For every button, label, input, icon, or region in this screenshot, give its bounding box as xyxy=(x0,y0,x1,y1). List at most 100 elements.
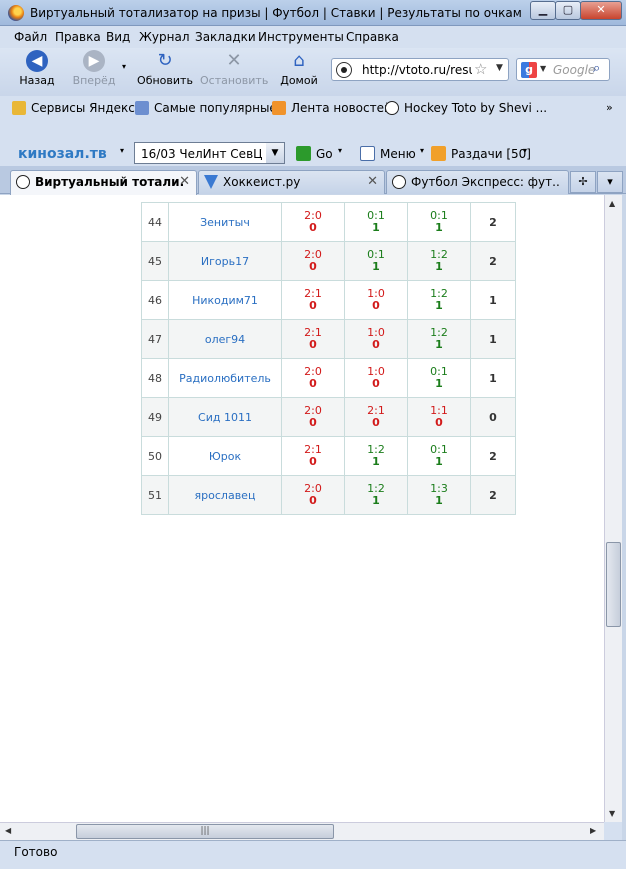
bet-points: 0 xyxy=(309,260,317,273)
forward-button[interactable]: ▶ Вперёд xyxy=(70,50,118,87)
bet-cell: 1:2 1 xyxy=(407,241,471,281)
window-icon xyxy=(360,146,375,161)
vertical-scroll-thumb[interactable] xyxy=(606,542,621,627)
tab-label: Хоккеист.ру xyxy=(223,175,301,189)
player-name-link[interactable]: Никодим71 xyxy=(168,280,282,320)
bet-points: 0 xyxy=(309,455,317,468)
vertical-scrollbar[interactable]: ▲ ▼ xyxy=(604,195,622,822)
match-select[interactable]: 16/03 ЧелИнт СевЦ ▼ xyxy=(134,142,285,164)
bet-cell: 2:1 0 xyxy=(281,319,345,359)
player-name-link[interactable]: Игорь17 xyxy=(168,241,282,281)
row-number: 46 xyxy=(141,280,169,320)
row-number: 44 xyxy=(141,202,169,242)
history-dropdown-icon[interactable]: ▾ xyxy=(122,62,126,71)
match-select-value: 16/03 ЧелИнт СевЦ xyxy=(141,147,263,161)
engine-dropdown-icon[interactable]: ▼ xyxy=(540,64,546,73)
bet-points: 0 xyxy=(309,377,317,390)
search-bar[interactable]: g ▼ Google ⌕ xyxy=(516,58,610,81)
menu-edit[interactable]: Правка xyxy=(55,30,101,44)
menu-bookmarks[interactable]: Закладки xyxy=(195,30,256,44)
status-text: Готово xyxy=(14,845,58,859)
menu-view[interactable]: Вид xyxy=(106,30,130,44)
horizontal-scroll-thumb[interactable]: ||| xyxy=(76,824,334,839)
close-tab-icon[interactable]: ✕ xyxy=(179,174,190,189)
search-placeholder[interactable]: Google xyxy=(553,63,595,77)
table-row: 44 Зенитыч 2:0 0 0:1 1 0:1 1 2 xyxy=(141,202,516,242)
menu-history[interactable]: Журнал xyxy=(139,30,190,44)
url-bar[interactable]: http://vtoto.ru/resu ☆ ▼ xyxy=(331,58,509,81)
close-window-button[interactable]: ✕ xyxy=(580,1,622,20)
player-name-link[interactable]: олег94 xyxy=(168,319,282,359)
all-tabs-dropdown-icon[interactable]: ▾ xyxy=(597,171,623,193)
soccer-ball-icon xyxy=(385,101,399,115)
bookmark-page-icon xyxy=(135,101,149,115)
go-dropdown-icon[interactable]: ▾ xyxy=(338,146,342,155)
menu-tools[interactable]: Инструменты xyxy=(258,30,344,44)
stop-button[interactable]: ✕ Остановить xyxy=(200,50,268,87)
bookmark-news-feed[interactable]: Лента новостей xyxy=(272,101,392,115)
bet-cell: 0:1 1 xyxy=(407,436,471,476)
google-engine-icon[interactable]: g xyxy=(521,62,537,78)
player-name-link[interactable]: Радиолюбитель xyxy=(168,358,282,398)
navigation-toolbar: ◀ Назад ▶ Вперёд ▾ ↻ Обновить ✕ Останови… xyxy=(0,48,626,96)
folder-icon xyxy=(12,101,26,115)
bet-cell: 2:1 0 xyxy=(281,436,345,476)
razdachi-button[interactable]: Раздачи [50] xyxy=(431,146,531,161)
tab-hockeyist[interactable]: Хоккеист.ру ✕ xyxy=(198,170,385,194)
bet-cell: 0:1 1 xyxy=(344,202,408,242)
soccer-ball-icon xyxy=(16,175,30,189)
bookmark-hockey-toto[interactable]: Hockey Toto by Shevi ... xyxy=(385,101,547,115)
bookmark-star-icon[interactable]: ☆ xyxy=(474,60,487,78)
bet-points: 0 xyxy=(309,494,317,507)
page-content: 44 Зенитыч 2:0 0 0:1 1 0:1 1 2 45 Игорь17 2:0 0 0:1 1 1… xyxy=(0,195,604,822)
rss-feed-icon xyxy=(272,101,286,115)
scroll-right-icon[interactable]: ▶ xyxy=(590,826,596,835)
player-name-link[interactable]: ярославец xyxy=(168,475,282,515)
total-points: 1 xyxy=(470,280,516,320)
razdachi-dropdown-icon[interactable]: ▾ xyxy=(523,146,527,155)
bet-points: 1 xyxy=(435,455,443,468)
bet-points: 1 xyxy=(372,221,380,234)
bookmark-yandex-services[interactable]: Сервисы Яндекса xyxy=(12,101,142,115)
bet-cell: 2:0 0 xyxy=(281,475,345,515)
url-text[interactable]: http://vtoto.ru/resu xyxy=(362,63,472,77)
maximize-button[interactable]: ▢ xyxy=(555,1,581,20)
menu-dropdown-icon[interactable]: ▾ xyxy=(420,146,424,155)
bet-points: 0 xyxy=(372,338,380,351)
menu-help[interactable]: Справка xyxy=(346,30,399,44)
bet-cell: 1:2 1 xyxy=(407,280,471,320)
tab-football-express[interactable]: Футбол Экспресс: фут... xyxy=(386,170,569,194)
reload-button[interactable]: ↻ Обновить xyxy=(136,50,194,87)
menu-file[interactable]: Файл xyxy=(14,30,47,44)
chevron-down-icon[interactable]: ▼ xyxy=(266,143,284,163)
back-button[interactable]: ◀ Назад xyxy=(14,50,60,87)
window-border xyxy=(622,195,626,840)
total-points: 2 xyxy=(470,475,516,515)
scroll-left-icon[interactable]: ◀ xyxy=(5,826,11,835)
bookmark-most-popular[interactable]: Самые популярные xyxy=(135,101,277,115)
bookmarks-overflow-icon[interactable]: » xyxy=(606,101,613,114)
bet-cell: 0:1 1 xyxy=(344,241,408,281)
tab-label: Футбол Экспресс: фут... xyxy=(411,175,561,189)
minimize-button[interactable]: ▁ xyxy=(530,1,556,20)
bet-points: 1 xyxy=(435,221,443,234)
tab-vtoto[interactable]: Виртуальный тотали... ✕ xyxy=(10,170,197,195)
table-row: 50 Юрок 2:1 0 1:2 1 0:1 1 2 xyxy=(141,436,516,476)
player-name-link[interactable]: Юрок xyxy=(168,436,282,476)
home-button[interactable]: ⌂ Домой xyxy=(278,50,320,87)
scroll-down-icon[interactable]: ▼ xyxy=(609,809,615,818)
search-icon[interactable]: ⌕ xyxy=(593,61,600,76)
player-name-link[interactable]: Сид 1011 xyxy=(168,397,282,437)
go-button[interactable]: Go xyxy=(296,146,333,161)
scroll-up-icon[interactable]: ▲ xyxy=(609,199,615,208)
horizontal-scrollbar[interactable]: ◀ ||| ▶ xyxy=(0,822,604,840)
kinozal-brand[interactable]: кинозал.тв xyxy=(18,146,107,162)
brand-dropdown-icon[interactable]: ▾ xyxy=(120,146,124,155)
player-name-link[interactable]: Зенитыч xyxy=(168,202,282,242)
bet-cell: 2:0 0 xyxy=(281,358,345,398)
menu-button[interactable]: Меню xyxy=(360,146,416,161)
url-dropdown-icon[interactable]: ▼ xyxy=(496,63,503,73)
close-tab-icon[interactable]: ✕ xyxy=(367,174,378,189)
new-tab-plus-icon[interactable]: ✢ xyxy=(570,171,596,193)
home-icon: ⌂ xyxy=(293,50,305,71)
